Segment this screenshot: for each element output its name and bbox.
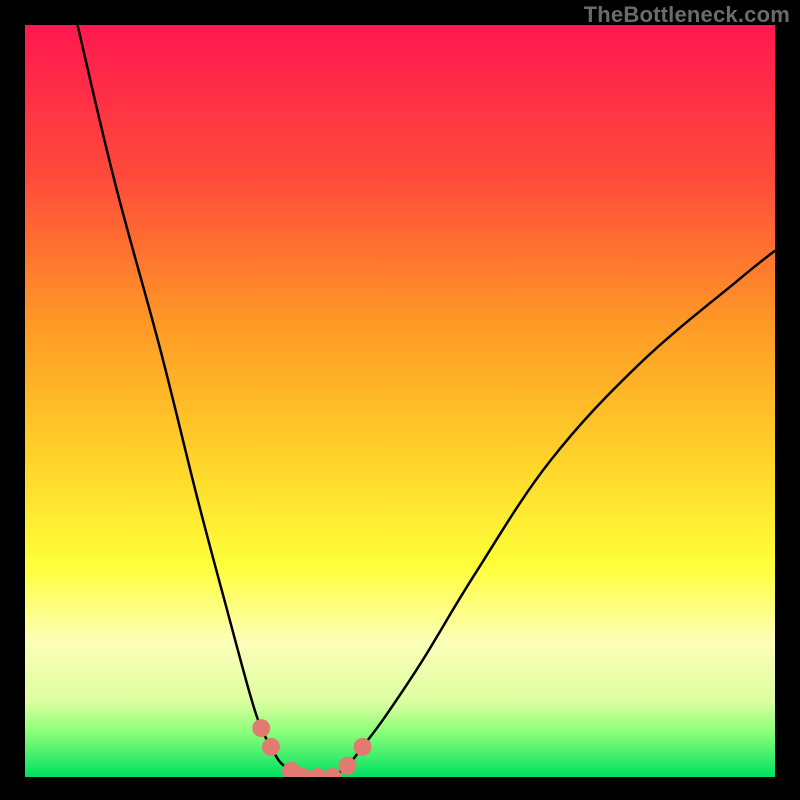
data-marker (252, 719, 270, 737)
gradient-background (25, 25, 775, 777)
bottleneck-chart (25, 25, 775, 777)
watermark-text: TheBottleneck.com (584, 2, 790, 28)
data-marker (354, 738, 372, 756)
chart-frame (25, 25, 775, 777)
data-marker (339, 757, 357, 775)
data-marker (262, 738, 280, 756)
